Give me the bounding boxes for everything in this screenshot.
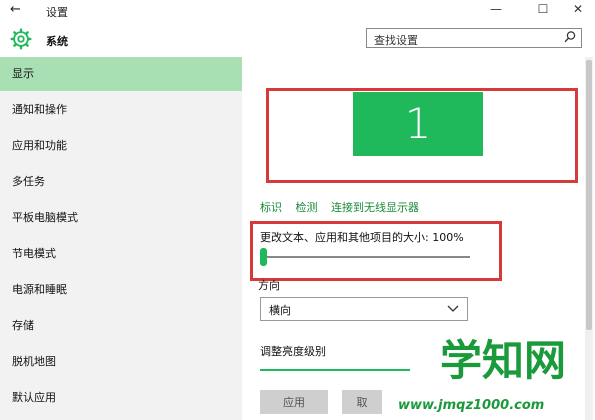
search-input[interactable]: 查找设置 bbox=[366, 28, 582, 48]
sidebar-item-label: 通知和操作 bbox=[12, 103, 67, 116]
scale-slider-track[interactable] bbox=[262, 256, 470, 258]
sidebar-item-apps-features[interactable]: 应用和功能 bbox=[0, 129, 242, 163]
sidebar-item-tablet-mode[interactable]: 平板电脑模式 bbox=[0, 201, 242, 235]
watermark-logo: 学知网 bbox=[440, 336, 567, 385]
search-icon[interactable] bbox=[563, 30, 577, 44]
display-links: 标识 检测 连接到无线显示器 bbox=[260, 199, 429, 215]
scale-slider-thumb[interactable] bbox=[260, 248, 267, 266]
brightness-label: 调整亮度级别 bbox=[260, 345, 326, 358]
orientation-select[interactable]: 横向 bbox=[260, 297, 468, 321]
sidebar-item-label: 显示 bbox=[12, 67, 34, 80]
orientation-value: 横向 bbox=[269, 304, 291, 317]
sidebar: 显示 通知和操作 应用和功能 多任务 平板电脑模式 节电模式 电源和睡眠 存储 … bbox=[0, 57, 242, 420]
sidebar-item-display[interactable]: 显示 bbox=[0, 57, 242, 91]
sidebar-item-label: 默认应用 bbox=[12, 391, 56, 404]
back-arrow-icon[interactable]: ← bbox=[10, 2, 21, 17]
sidebar-item-label: 存储 bbox=[12, 319, 34, 332]
detect-link[interactable]: 检测 bbox=[296, 201, 318, 214]
chevron-down-icon bbox=[447, 305, 459, 312]
cancel-button[interactable]: 取 bbox=[342, 390, 382, 414]
search-placeholder: 查找设置 bbox=[374, 34, 418, 47]
sidebar-item-label: 电源和睡眠 bbox=[12, 283, 67, 296]
scrollbar-thumb[interactable] bbox=[586, 60, 592, 330]
scale-label: 更改文本、应用和其他项目的大小: 100% bbox=[260, 231, 464, 244]
title-bar: ← 设置 — ☐ ✕ bbox=[0, 0, 595, 22]
apply-button[interactable]: 应用 bbox=[260, 390, 328, 414]
sidebar-item-multitasking[interactable]: 多任务 bbox=[0, 165, 242, 199]
page-title: 系统 bbox=[46, 35, 68, 48]
sidebar-item-notifications[interactable]: 通知和操作 bbox=[0, 93, 242, 127]
sidebar-item-default-apps[interactable]: 默认应用 bbox=[0, 381, 242, 415]
gear-icon bbox=[10, 28, 32, 50]
sidebar-item-battery-saver[interactable]: 节电模式 bbox=[0, 237, 242, 271]
sidebar-item-label: 平板电脑模式 bbox=[12, 211, 78, 224]
sidebar-item-label: 脱机地图 bbox=[12, 355, 56, 368]
monitor-tile[interactable]: 1 bbox=[353, 92, 483, 156]
close-icon[interactable]: ✕ bbox=[568, 2, 588, 16]
sidebar-item-offline-maps[interactable]: 脱机地图 bbox=[0, 345, 242, 379]
window-title: 设置 bbox=[46, 6, 68, 19]
watermark-url: www.jmqz1000.com bbox=[398, 398, 545, 413]
brightness-slider[interactable] bbox=[260, 369, 410, 371]
sidebar-item-label: 多任务 bbox=[12, 175, 45, 188]
sidebar-item-label: 应用和功能 bbox=[12, 139, 67, 152]
sidebar-item-storage[interactable]: 存储 bbox=[0, 309, 242, 343]
minimize-icon[interactable]: — bbox=[486, 2, 506, 16]
connect-wireless-display-link[interactable]: 连接到无线显示器 bbox=[331, 201, 419, 214]
identify-link[interactable]: 标识 bbox=[260, 201, 282, 214]
sidebar-item-power-sleep[interactable]: 电源和睡眠 bbox=[0, 273, 242, 307]
sidebar-item-label: 节电模式 bbox=[12, 247, 56, 260]
monitor-number: 1 bbox=[404, 99, 432, 148]
orientation-label: 方向 bbox=[258, 279, 280, 292]
maximize-icon[interactable]: ☐ bbox=[533, 2, 553, 16]
